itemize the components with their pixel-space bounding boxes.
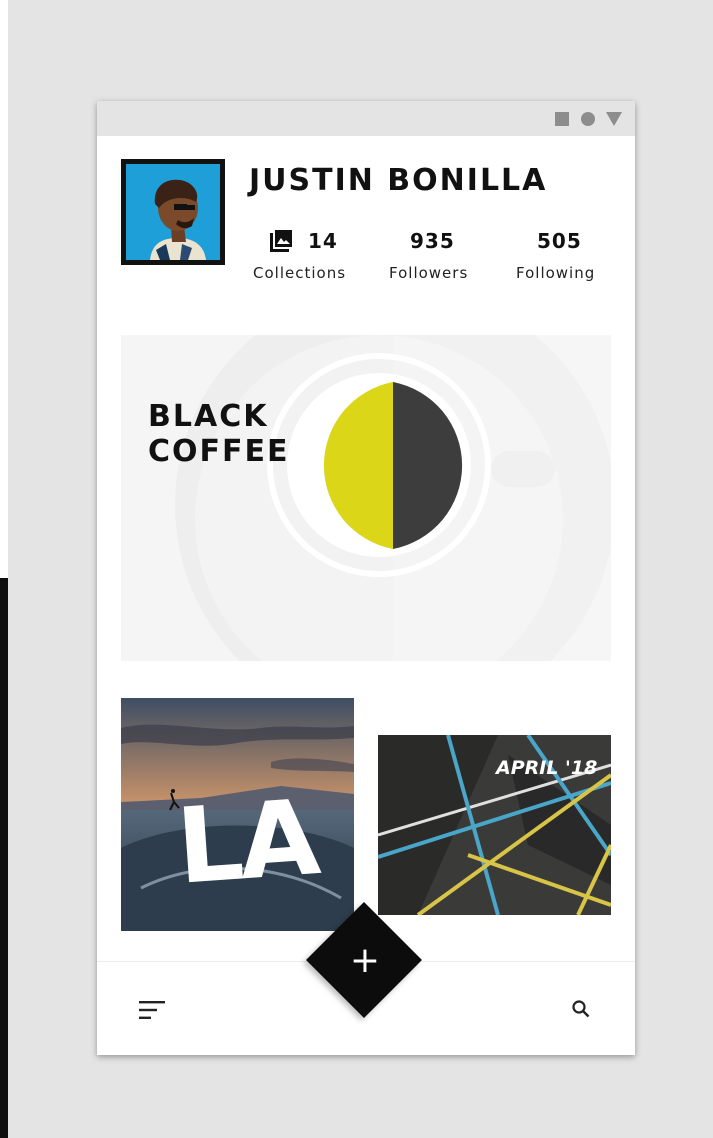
search-icon[interactable] <box>571 999 591 1019</box>
avatar-image <box>126 164 220 260</box>
black-coffee-title-line1: BLACK <box>148 399 269 434</box>
collections-icon <box>270 230 292 252</box>
background-edge-dark <box>0 578 8 1138</box>
collections-count[interactable]: 14 <box>308 229 338 253</box>
triangle-icon <box>606 112 622 126</box>
followers-count[interactable]: 935 <box>410 229 455 253</box>
coffee-image <box>121 335 611 661</box>
plus-icon: + <box>349 940 381 981</box>
following-label[interactable]: Following <box>516 264 595 282</box>
square-icon <box>555 112 569 126</box>
profile-name: JUSTIN BONILLA <box>249 163 548 198</box>
april-title: APRIL '18 <box>496 757 598 779</box>
black-coffee-title: BLACK COFFEE <box>148 399 290 469</box>
avatar[interactable] <box>121 159 225 265</box>
la-title: LA <box>172 776 320 908</box>
phone-frame: JUSTIN BONILLA 14 935 505 Collections Fo… <box>97 101 635 1055</box>
followers-label[interactable]: Followers <box>389 264 468 282</box>
menu-icon[interactable] <box>139 1000 165 1020</box>
following-count[interactable]: 505 <box>537 229 582 253</box>
collections-label[interactable]: Collections <box>253 264 346 282</box>
black-coffee-title-line2: COFFEE <box>148 434 290 469</box>
circle-icon <box>581 112 595 126</box>
collection-card-black-coffee[interactable] <box>121 335 611 661</box>
background-edge-light <box>0 0 8 578</box>
status-bar <box>97 101 635 136</box>
